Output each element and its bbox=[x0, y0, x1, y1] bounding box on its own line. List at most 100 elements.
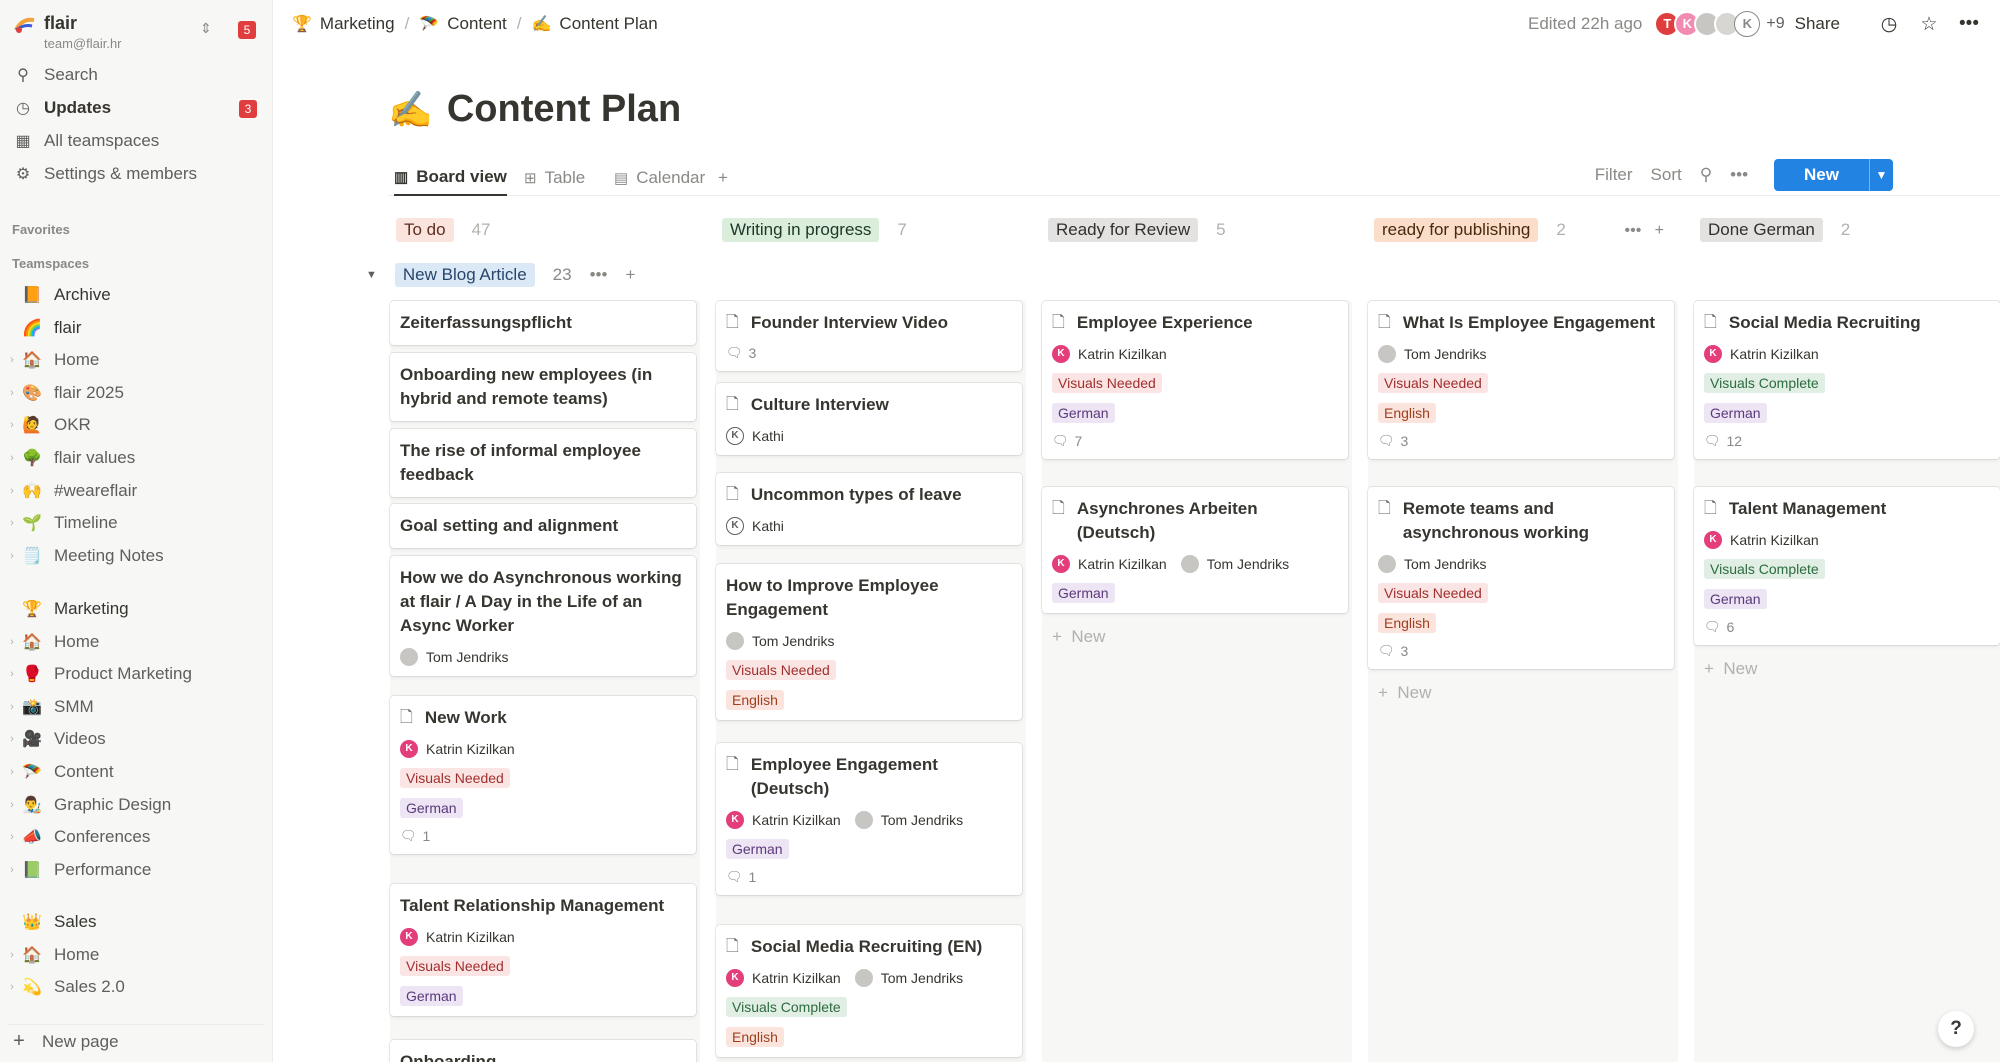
collapse-triangle-icon[interactable]: ▼ bbox=[366, 269, 377, 281]
column-header[interactable]: Writing in progress 7 bbox=[722, 216, 907, 244]
tab-table[interactable]: ⊞ Table bbox=[524, 160, 585, 196]
search-icon[interactable]: ⚲ bbox=[1700, 165, 1712, 185]
sidebar-item-marketing[interactable]: 🏆 Marketing bbox=[6, 594, 266, 624]
collaborator-avatars[interactable]: T K K +9 bbox=[1654, 11, 1785, 37]
chevron-right-icon[interactable]: › bbox=[6, 354, 18, 366]
new-button-label[interactable]: New bbox=[1792, 159, 1851, 191]
board-card[interactable]: The rise of informal employee feedback bbox=[390, 429, 696, 497]
sidebar-item-search[interactable]: ⚲ Search bbox=[8, 60, 265, 90]
column-header[interactable]: ready for publishing 2 bbox=[1374, 216, 1566, 244]
add-card-button[interactable]: + New bbox=[1704, 659, 1757, 679]
sidebar-item-flair[interactable]: 🌈 flair bbox=[6, 313, 266, 343]
board-card[interactable]: 🗋 Employee Experience K Katrin Kizilkan Visu… bbox=[1042, 301, 1348, 459]
chevron-right-icon[interactable]: › bbox=[6, 452, 18, 464]
chevron-right-icon[interactable]: › bbox=[6, 981, 18, 993]
sidebar-item-home[interactable]: › 🏠 Home bbox=[6, 345, 266, 375]
sidebar-item-graphic-design[interactable]: › 👨‍🎨 Graphic Design bbox=[6, 790, 266, 820]
breadcrumb-item[interactable]: 🪂 Content bbox=[419, 14, 506, 34]
more-collaborators-count[interactable]: +9 bbox=[1766, 15, 1784, 33]
sidebar-item-content[interactable]: › 🪂 Content bbox=[6, 757, 266, 787]
more-icon[interactable]: ••• bbox=[1730, 165, 1748, 185]
history-clock-icon[interactable]: ◷ bbox=[1878, 13, 1900, 36]
chevron-right-icon[interactable]: › bbox=[6, 517, 18, 529]
sort-button[interactable]: Sort bbox=[1651, 165, 1682, 185]
board-card[interactable]: 🗋 Employee Engagement (Deutsch) K Katrin Ki… bbox=[716, 743, 1022, 895]
more-icon[interactable]: ••• bbox=[1625, 222, 1642, 239]
board-card[interactable]: 🗋 Culture Interview K Kathi bbox=[716, 383, 1022, 455]
sidebar-item--weareflair[interactable]: › 🙌 #weareflair bbox=[6, 476, 266, 506]
chevron-right-icon[interactable]: › bbox=[6, 550, 18, 562]
sidebar-item-product-marketing[interactable]: › 🥊 Product Marketing bbox=[6, 659, 266, 689]
sidebar-item-sales-2-0[interactable]: › 💫 Sales 2.0 bbox=[6, 972, 266, 1002]
page-title-text[interactable]: Content Plan bbox=[447, 88, 681, 131]
sidebar-item-conferences[interactable]: › 📣 Conferences bbox=[6, 822, 266, 852]
chevron-right-icon[interactable]: › bbox=[6, 949, 18, 961]
add-card-button[interactable]: + New bbox=[1378, 683, 1431, 703]
tab-calendar[interactable]: ▤ Calendar bbox=[614, 160, 705, 196]
chevron-updown-icon[interactable]: ⇕ bbox=[200, 20, 212, 37]
chevron-right-icon[interactable]: › bbox=[6, 419, 18, 431]
sidebar-item-archive[interactable]: 📙 Archive bbox=[6, 280, 266, 310]
chevron-down-icon[interactable]: ▼ bbox=[1869, 159, 1893, 191]
more-icon[interactable]: ••• bbox=[1958, 13, 1980, 35]
board-card[interactable]: 🗋 What Is Employee Engagement Tom Jendriks… bbox=[1368, 301, 1674, 459]
sidebar-item-home[interactable]: › 🏠 Home bbox=[6, 627, 266, 657]
column-header[interactable]: To do 47 bbox=[396, 216, 491, 244]
chevron-right-icon[interactable]: › bbox=[6, 701, 18, 713]
sidebar-item-flair-values[interactable]: › 🌳 flair values bbox=[6, 443, 266, 473]
sidebar-item-performance[interactable]: › 📗 Performance bbox=[6, 855, 266, 885]
new-button[interactable]: New ▼ bbox=[1774, 159, 1893, 191]
plus-icon[interactable]: + bbox=[1655, 222, 1664, 239]
board-card[interactable]: 🗋 New Work K Katrin Kizilkan Visuals Needed G… bbox=[390, 696, 696, 854]
sidebar-item-videos[interactable]: › 🎥 Videos bbox=[6, 724, 266, 754]
board-card[interactable]: 🗋 Remote teams and asynchronous working To… bbox=[1368, 487, 1674, 669]
board-card[interactable]: 🗋 Asynchrones Arbeiten (Deutsch) K Katrin K… bbox=[1042, 487, 1348, 613]
column-header[interactable]: Ready for Review 5 bbox=[1048, 216, 1226, 244]
chevron-right-icon[interactable]: › bbox=[6, 387, 18, 399]
breadcrumb-item[interactable]: 🏆 Marketing bbox=[292, 14, 395, 34]
chevron-right-icon[interactable]: › bbox=[6, 864, 18, 876]
board-card[interactable]: How we do Asynchronous working at flair … bbox=[390, 556, 696, 676]
board-card[interactable]: Goal setting and alignment bbox=[390, 504, 696, 548]
breadcrumb-item[interactable]: ✍️ Content Plan bbox=[532, 14, 658, 34]
sidebar-item-all-teamspaces[interactable]: ▦ All teamspaces bbox=[8, 126, 265, 156]
new-page-button[interactable]: + New page bbox=[8, 1024, 265, 1054]
sidebar-item-home[interactable]: › 🏠 Home bbox=[6, 940, 266, 970]
chevron-right-icon[interactable]: › bbox=[6, 668, 18, 680]
filter-button[interactable]: Filter bbox=[1595, 165, 1633, 185]
chevron-right-icon[interactable]: › bbox=[6, 766, 18, 778]
share-button[interactable]: Share bbox=[1795, 14, 1840, 34]
sidebar-item-okr[interactable]: › 🙋 OKR bbox=[6, 410, 266, 440]
board-card[interactable]: How to Improve Employee Engagement Tom Je… bbox=[716, 564, 1022, 720]
board-card[interactable]: 🗋 Talent Management K Katrin Kizilkan Visual… bbox=[1694, 487, 2000, 645]
sidebar-item-sales[interactable]: 👑 Sales bbox=[6, 907, 266, 937]
board-card[interactable]: 🗋 Social Media Recruiting K Katrin Kizilkan… bbox=[1694, 301, 2000, 459]
column-header[interactable]: Done German 2 bbox=[1700, 216, 1850, 244]
page-emoji-icon[interactable]: ✍️ bbox=[388, 89, 433, 131]
avatar[interactable]: K bbox=[1734, 11, 1761, 37]
chevron-right-icon[interactable]: › bbox=[6, 733, 18, 745]
sidebar-item-flair-2025[interactable]: › 🎨 flair 2025 bbox=[6, 378, 266, 408]
board-card[interactable]: 🗋 Founder Interview Video 🗨 3 bbox=[716, 301, 1022, 371]
board-card[interactable]: 🗋 Uncommon types of leave K Kathi bbox=[716, 473, 1022, 545]
board-card[interactable]: Onboarding bbox=[390, 1040, 696, 1062]
chevron-right-icon[interactable]: › bbox=[6, 799, 18, 811]
workspace-switcher[interactable]: flair team@flair.hr ⇕ 5 bbox=[12, 8, 264, 51]
sidebar-item-settings-members[interactable]: ⚙ Settings & members bbox=[8, 159, 265, 189]
add-view-icon[interactable]: + bbox=[718, 160, 728, 196]
star-icon[interactable]: ☆ bbox=[1918, 13, 1940, 36]
sidebar-item-updates[interactable]: ◷ Updates 3 bbox=[8, 93, 265, 123]
chevron-right-icon[interactable]: › bbox=[6, 831, 18, 843]
chevron-right-icon[interactable]: › bbox=[6, 485, 18, 497]
sidebar-item-meeting-notes[interactable]: › 🗒️ Meeting Notes bbox=[6, 541, 266, 571]
board-card[interactable]: 🗋 Social Media Recruiting (EN) K Katrin Kiz… bbox=[716, 925, 1022, 1057]
tab-board-view[interactable]: ▥ Board view bbox=[394, 160, 507, 196]
board-card[interactable]: Talent Relationship Management K Katrin Ki… bbox=[390, 884, 696, 1016]
help-button[interactable]: ? bbox=[1938, 1011, 1974, 1047]
sidebar-item-smm[interactable]: › 📸 SMM bbox=[6, 692, 266, 722]
board-card[interactable]: Onboarding new employees (in hybrid and … bbox=[390, 353, 696, 421]
sidebar-item-timeline[interactable]: › 🌱 Timeline bbox=[6, 508, 266, 538]
board-card[interactable]: Zeiterfassungspflicht bbox=[390, 301, 696, 345]
add-card-button[interactable]: + New bbox=[1052, 627, 1105, 647]
chevron-right-icon[interactable]: › bbox=[6, 636, 18, 648]
